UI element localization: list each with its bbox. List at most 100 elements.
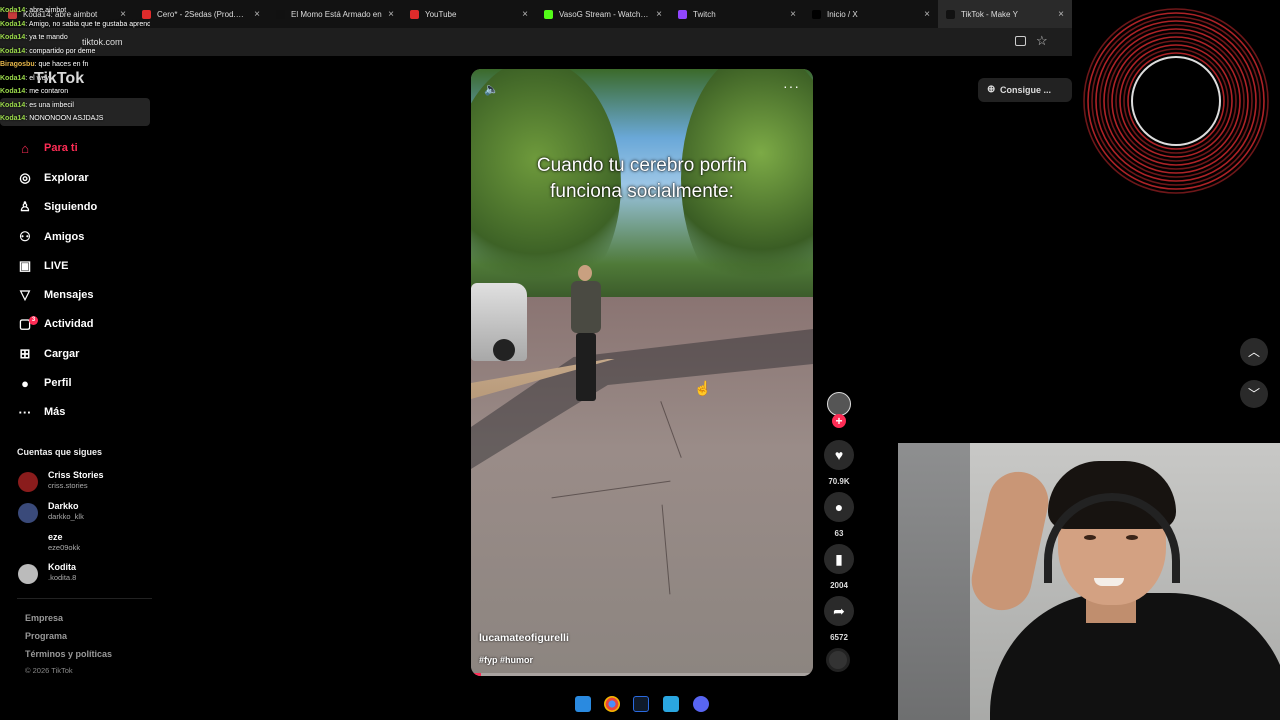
browser-tab[interactable]: YouTube × (402, 0, 536, 28)
music-disc-icon[interactable] (826, 648, 850, 672)
tab-favicon-icon (946, 9, 955, 19)
footer-link[interactable]: Términos y políticas (25, 649, 112, 659)
footer-link[interactable]: Empresa (25, 613, 63, 623)
chat-message: Koda14: Amigo, no sabia que te gustaba a… (0, 18, 150, 32)
windows-start-icon[interactable] (575, 696, 591, 712)
account-handle: .kodita.8 (48, 573, 77, 582)
avatar (18, 534, 38, 554)
stream-overlay-ring (1083, 8, 1269, 194)
chat-text: que haces en fn (38, 61, 89, 68)
footer-link[interactable]: Programa (25, 631, 67, 641)
tab-title: YouTube (425, 9, 457, 19)
chat-text: Amigo, no sabia que te gustaba aprendien… (28, 20, 150, 28)
caption-line-1: Cuando tu cerebro porfin (536, 155, 748, 176)
chat-message: Koda14: es una imbecil (0, 101, 74, 109)
sidebar-item-más[interactable]: ··· Más (17, 401, 66, 423)
chat-username: Koda14 (0, 47, 26, 55)
tab-close-icon[interactable]: × (388, 9, 394, 20)
url-field[interactable]: tiktok.com (60, 33, 1020, 51)
bookmark-star-icon[interactable]: ☆ (1036, 33, 1048, 49)
chat-username: Koda14 (0, 101, 26, 109)
user-follow-icon: ♙ (19, 199, 31, 214)
browser-tab[interactable]: TikTok - Make Y × (938, 0, 1072, 28)
video-player[interactable]: Cuando tu cerebro porfin funciona social… (471, 69, 813, 676)
chat-text: es una imbecil (29, 101, 74, 109)
avatar (18, 564, 38, 584)
chat-text: NONONOON ASJDAJS (29, 115, 104, 122)
video-progress-bar[interactable] (471, 673, 813, 676)
follow-plus-icon[interactable]: + (832, 414, 846, 428)
tab-close-icon[interactable]: × (1058, 9, 1064, 20)
comment-button[interactable]: ● (824, 492, 854, 522)
chat-username: Koda14 (0, 74, 26, 82)
chevron-down-icon: ﹀ (1247, 387, 1260, 401)
sidebar-item-label: Perfil (44, 377, 72, 389)
app-icon[interactable] (633, 696, 649, 712)
tab-close-icon[interactable]: × (254, 9, 260, 20)
tab-close-icon[interactable]: × (790, 9, 796, 20)
video-hashtags[interactable]: #fyp #humor (479, 655, 533, 665)
account-name: Darkko (48, 501, 79, 511)
creator-avatar[interactable] (827, 392, 851, 416)
browser-tab[interactable]: El Momo Está Armado en × (268, 0, 402, 28)
sidebar-item-cargar[interactable]: ⊞ Cargar (17, 343, 80, 365)
sidebar-item-label: Amigos (44, 231, 85, 243)
sidebar-item-para-ti[interactable]: ⌂ Para ti (17, 137, 78, 159)
video-progress-fill (471, 673, 482, 676)
heart-icon: ♥ (834, 447, 844, 463)
webcam-feed (898, 443, 1280, 720)
get-app-button[interactable]: ⊕ Consigue ... (978, 78, 1072, 102)
avatar (18, 472, 38, 492)
sidebar-item-siguiendo[interactable]: ♙ Siguiendo (17, 196, 97, 218)
comment-icon: ● (834, 499, 844, 515)
next-video-button[interactable]: ﹀ (1240, 380, 1268, 408)
tab-favicon-icon (678, 9, 687, 19)
browser-tab[interactable]: Cero* - 2Sedas (Prod.@dc × (134, 0, 268, 28)
chat-username: Koda14 (0, 34, 26, 41)
tab-close-icon[interactable]: × (522, 9, 528, 20)
sidebar-item-label: Cargar (44, 348, 80, 360)
browser-tab[interactable]: Inicio / X × (804, 0, 938, 28)
browser-tab[interactable]: Twitch × (670, 0, 804, 28)
sidebar-item-label: Más (44, 406, 66, 418)
tab-close-icon[interactable]: × (656, 9, 662, 20)
volume-icon[interactable]: 🔈 (484, 82, 499, 96)
more-options-icon[interactable]: ··· (783, 78, 800, 94)
sidebar-item-live[interactable]: ▣ LIVE (17, 255, 69, 277)
compass-icon: ◎ (19, 170, 31, 185)
chrome-icon[interactable] (604, 696, 620, 712)
share-arrow-icon: ➦ (833, 602, 845, 619)
sidebar-item-explorar[interactable]: ◎ Explorar (17, 167, 89, 189)
screen: Koda14: abre aimbot × Cero* - 2Sedas (Prod… (0, 0, 1280, 720)
comment-count: 63 (834, 529, 844, 538)
sidebar-item-perfil[interactable]: ● Perfil (17, 372, 72, 394)
sidebar-item-amigos[interactable]: ⚇ Amigos (17, 226, 84, 248)
chat-message: Koda14: ya te mando (0, 34, 68, 41)
tab-close-icon[interactable]: × (924, 9, 930, 20)
tab-title: Twitch (693, 9, 716, 19)
chat-text: me contaron (29, 88, 69, 95)
tab-favicon-icon (544, 9, 553, 19)
account-name: eze (48, 532, 63, 542)
sidebar-item-actividad[interactable]: ▢ 3 Actividad (17, 313, 94, 335)
upload-icon: ⊞ (19, 346, 31, 361)
chevron-up-icon: ︿ (1247, 345, 1260, 359)
tab-title: El Momo Está Armado en (291, 9, 382, 19)
previous-video-button[interactable]: ︿ (1240, 338, 1268, 366)
share-button[interactable]: ➦ (824, 596, 854, 626)
tab-title: VasoG Stream - Watch Liv (559, 9, 651, 19)
save-button[interactable]: ▮ (824, 544, 854, 574)
sidebar-item-mensajes[interactable]: ▽ Mensajes (17, 284, 94, 306)
file-icon[interactable] (663, 696, 679, 712)
sidebar-item-label: Explorar (44, 172, 89, 184)
browser-tab[interactable]: VasoG Stream - Watch Liv × (536, 0, 670, 28)
like-button[interactable]: ♥ (824, 440, 854, 470)
scene-person (568, 265, 604, 410)
account-handle: criss.stories (48, 481, 88, 490)
activity-icon: ▢ 3 (17, 316, 38, 332)
video-author[interactable]: lucamateofigurelli (479, 632, 569, 644)
discord-icon[interactable] (693, 696, 709, 712)
save-count: 2004 (830, 581, 848, 590)
tab-title: TikTok - Make Y (961, 9, 1018, 19)
install-app-icon[interactable] (1015, 36, 1026, 46)
